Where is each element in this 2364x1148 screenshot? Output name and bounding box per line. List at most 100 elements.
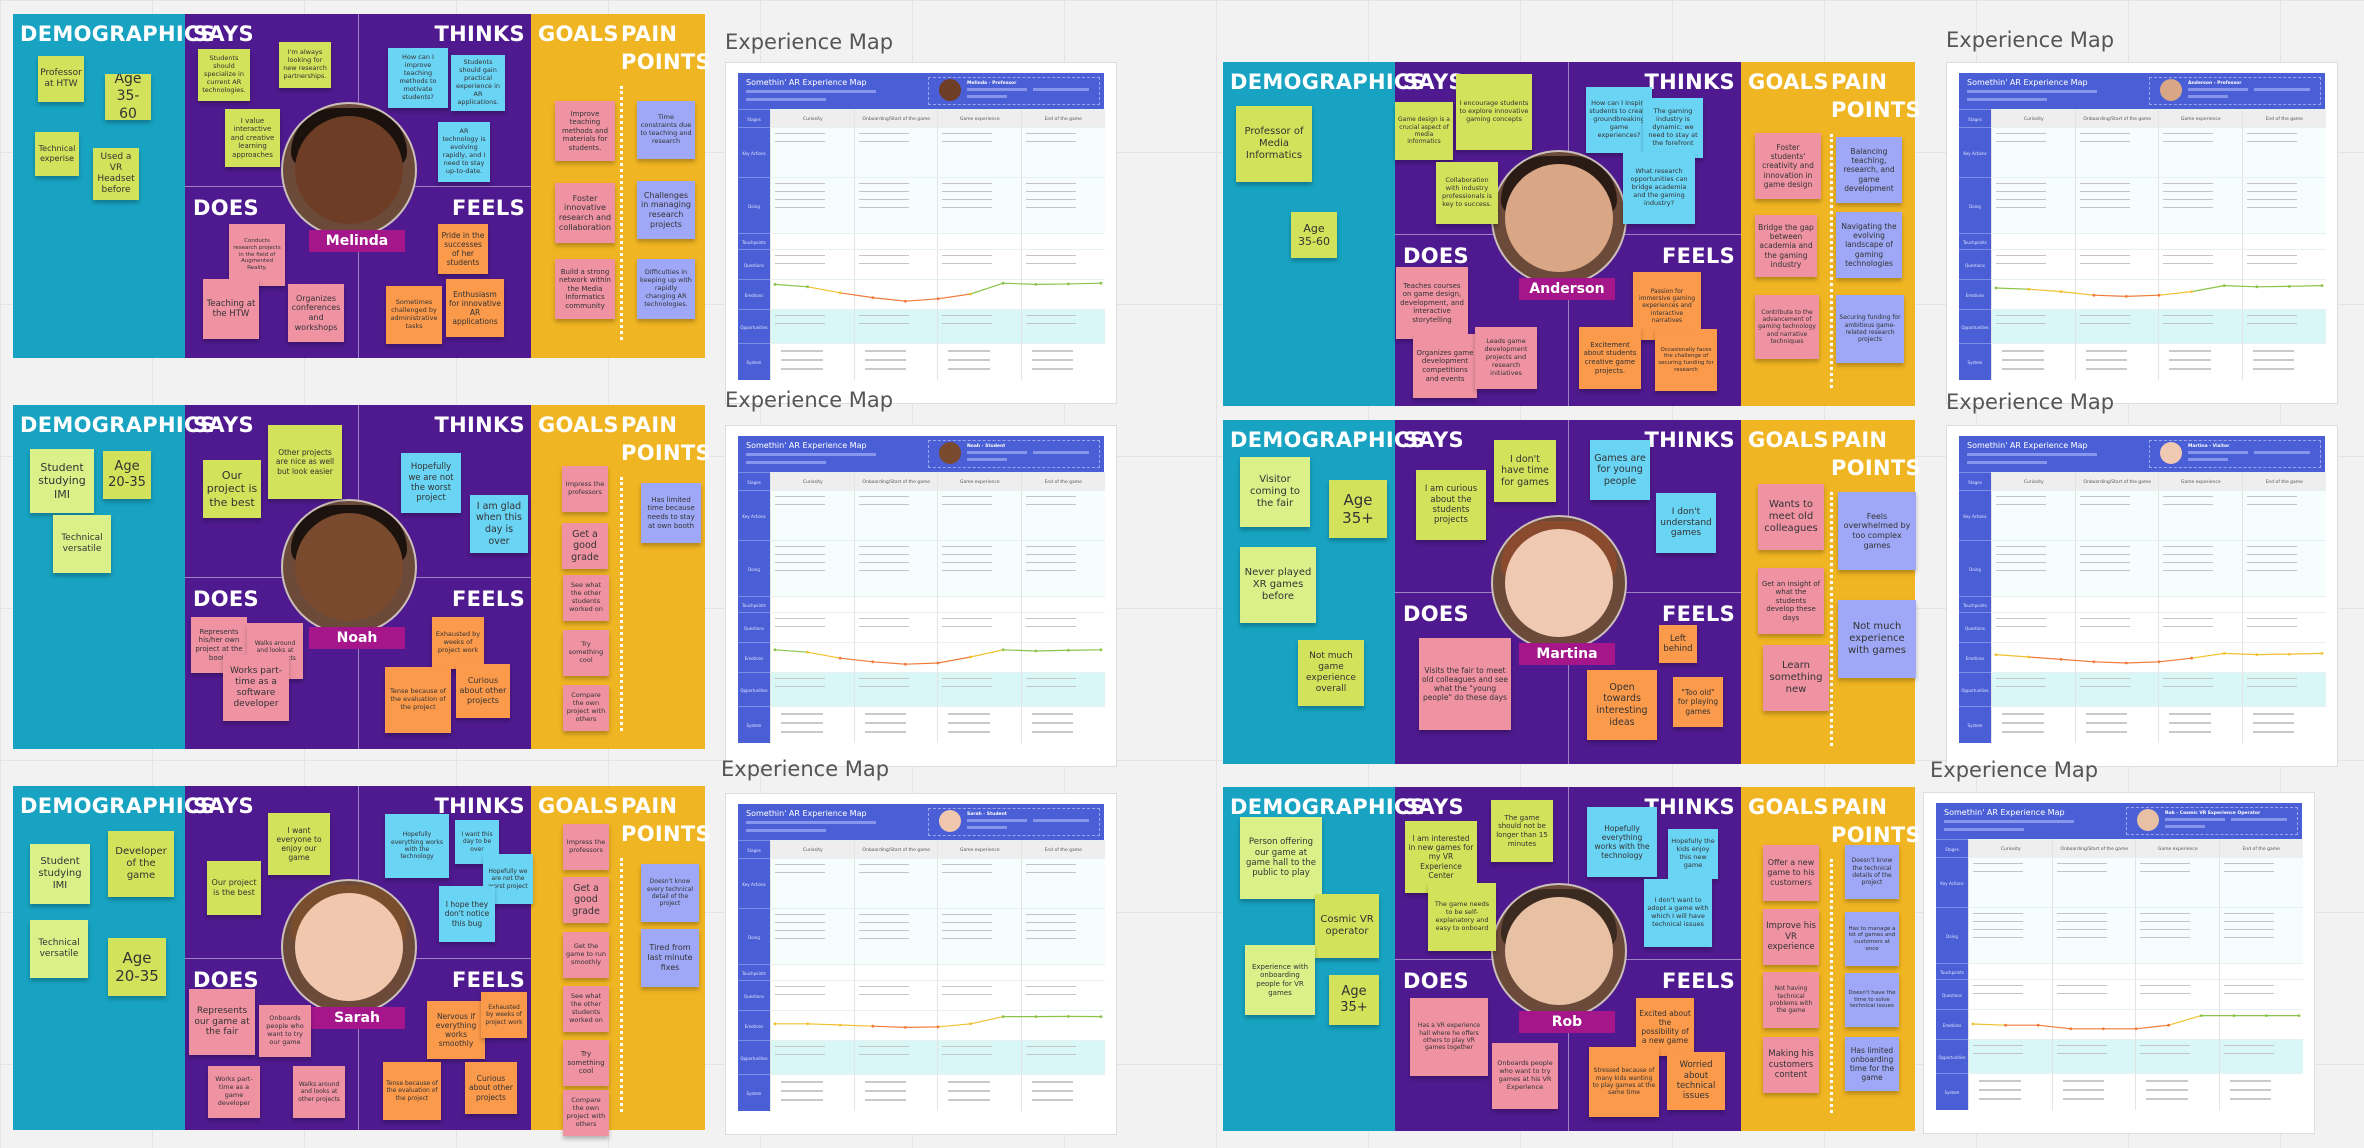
system-checkbox-item[interactable] [2002, 359, 2044, 361]
sticky-note-thinks[interactable]: Hopefully we are not the worst project [401, 453, 461, 513]
sticky-note-goals[interactable]: Get the game to run smoothly [563, 932, 609, 978]
sticky-note-feels[interactable]: Nervous if everything works smoothly [427, 1001, 485, 1059]
sticky-note-goals[interactable]: Not having technical problems with the g… [1763, 972, 1819, 1028]
system-checkbox-item[interactable] [2062, 1080, 2105, 1082]
system-checkbox-item[interactable] [948, 359, 990, 361]
system-checkbox-item[interactable] [2002, 731, 2044, 733]
system-checkbox-item[interactable] [781, 350, 823, 352]
sticky-note-goals[interactable]: Offer a new game to his customers [1763, 845, 1819, 901]
sticky-note-feels[interactable]: Occasionally faces the challenge of secu… [1655, 329, 1717, 391]
sticky-note-demographics[interactable]: Cosmic VR operator [1315, 894, 1379, 958]
sticky-note-goals[interactable]: Contribute to the advancement of gaming … [1755, 295, 1819, 359]
system-checkbox-item[interactable] [2169, 713, 2211, 715]
system-checkbox-item[interactable] [781, 713, 823, 715]
sticky-note-says[interactable]: I encourage students to explore innovati… [1456, 74, 1532, 150]
sticky-note-goals[interactable]: Try something cool [563, 1040, 609, 1086]
system-checkbox-item[interactable] [1031, 368, 1074, 370]
sticky-note-goals[interactable]: Impress the professors [563, 824, 609, 870]
sticky-note-demographics[interactable]: Age 35+ [1329, 480, 1387, 538]
system-checkbox-item[interactable] [2062, 1098, 2105, 1100]
sticky-note-goals[interactable]: Build a strong network within the Media … [555, 259, 615, 319]
system-checkbox-item[interactable] [864, 359, 907, 361]
system-checkbox-item[interactable] [1031, 359, 1074, 361]
sticky-note-does[interactable]: Conducts research projects in the field … [229, 224, 285, 286]
system-checkbox-item[interactable] [781, 1090, 823, 1092]
sticky-note-feels[interactable]: Pride in the successes of her students [438, 224, 488, 274]
sticky-note-feels[interactable]: Sometimes challenged by administrative t… [386, 286, 442, 344]
sticky-note-does[interactable]: Onboards people who want to try our game [259, 1005, 311, 1057]
system-checkbox-item[interactable] [2002, 713, 2044, 715]
sticky-note-says[interactable]: Collaboration with industry professional… [1436, 162, 1498, 224]
system-checkbox-item[interactable] [2169, 731, 2211, 733]
system-checkbox-item[interactable] [2229, 1098, 2272, 1100]
sticky-note-does[interactable]: Onboards people who want to try games at… [1492, 1043, 1558, 1109]
sticky-note-pain-point[interactable]: Doesn't know the technical details of th… [1845, 845, 1899, 899]
sticky-note-does[interactable]: Teaching at the HTW [203, 279, 259, 339]
sticky-note-goals[interactable]: Improve his VR experience [1763, 909, 1819, 965]
system-checkbox-item[interactable] [1031, 350, 1074, 352]
system-checkbox-item[interactable] [864, 1081, 907, 1083]
system-checkbox-item[interactable] [2002, 350, 2044, 352]
sticky-note-says[interactable]: Students should specialize in current AR… [198, 49, 250, 101]
sticky-note-pain-point[interactable]: Challenges in managing research projects [637, 181, 695, 239]
sticky-note-goals[interactable]: Get a good grade [563, 877, 609, 923]
system-checkbox-item[interactable] [2085, 713, 2128, 715]
sticky-note-thinks[interactable]: Games are for young people [1590, 440, 1650, 500]
system-checkbox-item[interactable] [2085, 722, 2128, 724]
sticky-note-demographics[interactable]: Never played XR games before [1240, 547, 1316, 623]
sticky-note-feels[interactable]: Tense because of the evaluation of the p… [383, 1062, 441, 1120]
sticky-note-says[interactable]: Our project is the best [203, 460, 261, 518]
persona-photo[interactable] [281, 879, 417, 1015]
sticky-note-pain-point[interactable]: Difficulties in keeping up with rapidly … [637, 259, 695, 319]
experience-map-card[interactable]: Somethin' AR Experience Map Martina - Vis… [1946, 425, 2338, 767]
sticky-note-says[interactable]: I want everyone to enjoy our game [268, 813, 330, 875]
sticky-note-pain-point[interactable]: Navigating the evolving landscape of gam… [1836, 212, 1902, 278]
system-checkbox-item[interactable] [864, 1099, 907, 1101]
system-checkbox-item[interactable] [948, 350, 990, 352]
system-checkbox-item[interactable] [1031, 713, 1074, 715]
sticky-note-thinks[interactable]: I hope they don't notice this bug [439, 886, 495, 942]
sticky-note-goals[interactable]: Get a good grade [562, 523, 608, 569]
sticky-note-thinks[interactable]: I don't want to adopt a game with which … [1644, 879, 1712, 947]
sticky-note-demographics[interactable]: Used a VR Headset before [93, 148, 139, 200]
persona-photo[interactable] [281, 102, 417, 238]
sticky-note-feels[interactable]: Excitement about students creative game … [1579, 327, 1641, 389]
sticky-note-demographics[interactable]: Student studying IMI [30, 844, 90, 904]
sticky-note-does[interactable]: Represents our game at the fair [189, 989, 255, 1055]
sticky-note-goals[interactable]: See what the other students worked on [563, 575, 609, 621]
sticky-note-does[interactable]: Teaches courses on game design, developm… [1396, 267, 1468, 339]
persona-photo[interactable] [1491, 883, 1627, 1019]
persona-photo[interactable] [281, 499, 417, 635]
sticky-note-thinks[interactable]: Hopefully everything works with the tech… [1587, 807, 1657, 877]
system-checkbox-item[interactable] [2252, 722, 2295, 724]
sticky-note-feels[interactable]: Enthusiasm for innovative AR application… [446, 279, 504, 337]
system-checkbox-item[interactable] [2146, 1098, 2188, 1100]
system-checkbox-item[interactable] [1031, 1099, 1074, 1101]
sticky-note-demographics[interactable]: Technical versatile [30, 920, 88, 978]
sticky-note-demographics[interactable]: Person offering our game at game hall to… [1240, 817, 1322, 899]
system-checkbox-item[interactable] [864, 731, 907, 733]
system-checkbox-item[interactable] [1031, 731, 1074, 733]
system-checkbox-item[interactable] [1031, 1081, 1074, 1083]
sticky-note-goals[interactable]: Learn something new [1763, 645, 1829, 711]
system-checkbox-item[interactable] [2169, 368, 2211, 370]
sticky-note-pain-point[interactable]: Tired from last minute fixes [641, 929, 699, 987]
sticky-note-pain-point[interactable]: Balancing teaching, research, and game d… [1836, 137, 1902, 203]
sticky-note-feels[interactable]: Tense because of the evaluation of the p… [385, 667, 451, 733]
sticky-note-does[interactable]: Works part-time as a software developer [223, 655, 289, 721]
experience-map-card[interactable]: Somethin' AR Experience Map Anderson - Pr… [1946, 62, 2338, 404]
sticky-note-does[interactable]: Visits the fair to meet old colleagues a… [1419, 638, 1511, 730]
system-checkbox-item[interactable] [948, 731, 990, 733]
sticky-note-demographics[interactable]: Student studying IMI [30, 449, 94, 513]
sticky-note-demographics[interactable]: Visitor coming to the fair [1240, 457, 1310, 527]
system-checkbox-item[interactable] [2252, 713, 2295, 715]
system-checkbox-item[interactable] [2146, 1080, 2188, 1082]
sticky-note-pain-point[interactable]: Doesn't have the time to solve technical… [1845, 973, 1899, 1027]
system-checkbox-item[interactable] [1979, 1089, 2021, 1091]
system-checkbox-item[interactable] [781, 368, 823, 370]
sticky-note-does[interactable]: Organizes conferences and workshops [288, 284, 344, 342]
system-checkbox-item[interactable] [781, 359, 823, 361]
sticky-note-demographics[interactable]: Experience with onboarding people for VR… [1245, 945, 1315, 1015]
sticky-note-demographics[interactable]: Professor at HTW [38, 56, 84, 102]
sticky-note-feels[interactable]: "Too old" for playing games [1673, 677, 1723, 727]
